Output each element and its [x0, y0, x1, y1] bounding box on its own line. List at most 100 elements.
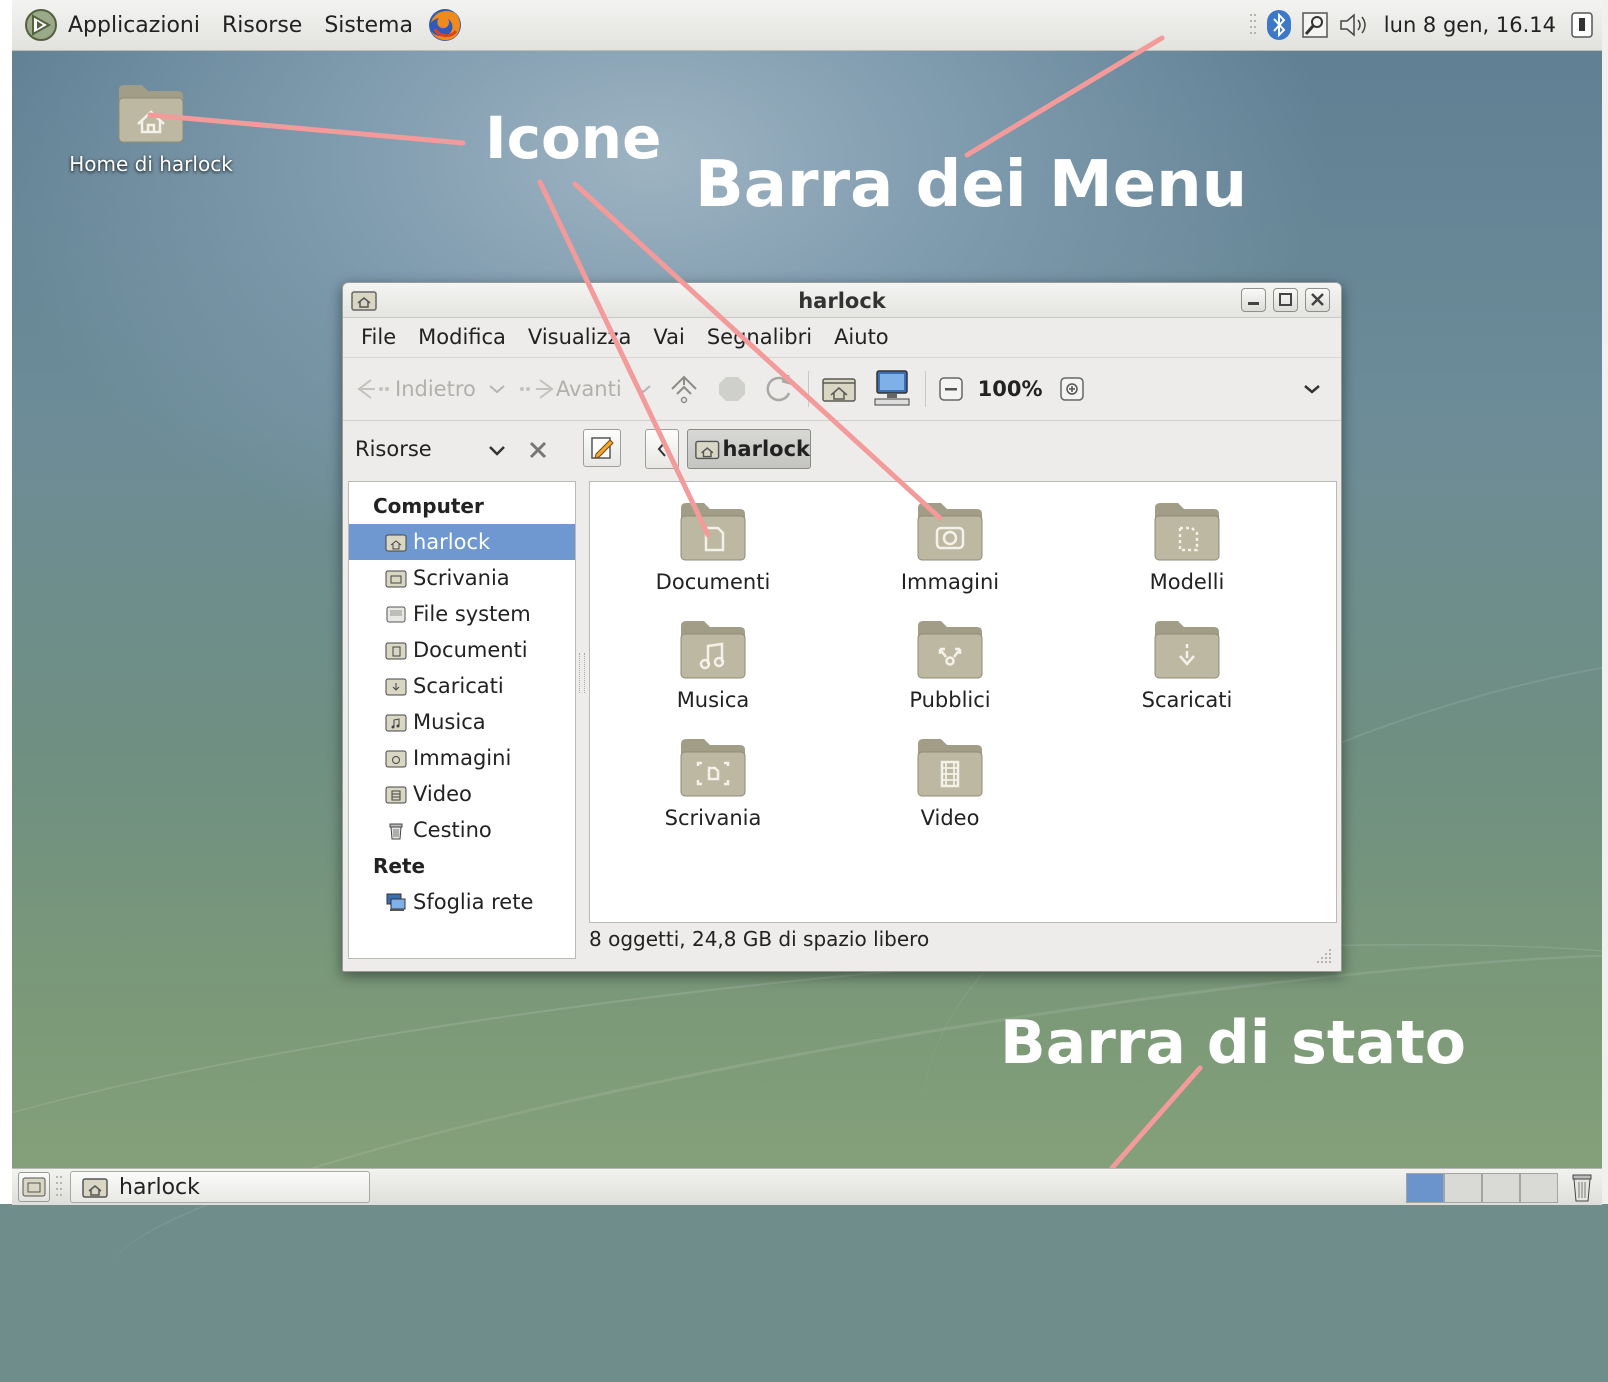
- location-bar: Risorse harlock: [343, 421, 1341, 481]
- firefox-icon[interactable]: [427, 7, 463, 43]
- workspace-3[interactable]: [1482, 1173, 1520, 1203]
- show-desktop-icon: [22, 1177, 46, 1197]
- taskbar-button-harlock[interactable]: harlock: [70, 1171, 370, 1203]
- sidebar-item-sfoglia-rete[interactable]: Sfoglia rete: [349, 884, 575, 920]
- documents-folder-icon: [385, 642, 407, 660]
- folder-documenti[interactable]: Documenti: [613, 500, 813, 594]
- icon-view: Documenti Immagini Modelli Musica Pubbli…: [589, 481, 1337, 923]
- menu-sistema[interactable]: Sistema: [324, 13, 413, 38]
- clock[interactable]: lun 8 gen, 16.14: [1384, 13, 1556, 37]
- folder-pubblici[interactable]: Pubblici: [850, 618, 1050, 712]
- resize-grip-icon[interactable]: [1315, 947, 1333, 965]
- volume-icon[interactable]: [1338, 10, 1372, 40]
- annotation-barra-di-stato: Barra di stato: [1000, 1008, 1466, 1078]
- forward-history-chevron-icon[interactable]: [628, 379, 658, 399]
- folder-video[interactable]: Video: [850, 736, 1050, 830]
- workspace-2[interactable]: [1444, 1173, 1482, 1203]
- window-title: harlock: [798, 289, 886, 313]
- home-button-icon[interactable]: [819, 371, 859, 407]
- zoom-level[interactable]: 100%: [978, 377, 1043, 401]
- folder-label: Pubblici: [909, 688, 991, 712]
- menu-aiuto[interactable]: Aiuto: [834, 325, 889, 349]
- folder-label: Scrivania: [664, 806, 762, 830]
- close-button[interactable]: [1305, 288, 1330, 312]
- path-button-label: harlock: [722, 437, 810, 461]
- side-pane-dropdown-icon[interactable]: [485, 441, 509, 461]
- up-arrow-icon[interactable]: [664, 371, 704, 407]
- menu-risorse[interactable]: Risorse: [222, 13, 302, 38]
- applications-logo-icon[interactable]: [24, 8, 58, 42]
- search-tool-icon[interactable]: [1300, 10, 1330, 40]
- pictures-folder-icon: [917, 503, 983, 561]
- sidebar-item-documenti[interactable]: Documenti: [349, 632, 575, 668]
- menu-visualizza[interactable]: Visualizza: [528, 325, 631, 349]
- folder-scrivania[interactable]: Scrivania: [613, 736, 813, 830]
- menu-file[interactable]: File: [361, 325, 396, 349]
- sidebar-item-label: harlock: [413, 530, 491, 554]
- toggle-location-entry-button[interactable]: [583, 429, 621, 467]
- pane-resize-handle[interactable]: [579, 653, 585, 693]
- side-pane-selector[interactable]: Risorse: [355, 437, 432, 461]
- menu-modifica[interactable]: Modifica: [418, 325, 506, 349]
- folder-label: Documenti: [655, 570, 771, 594]
- folder-label: Video: [920, 806, 980, 830]
- sidebar-item-musica[interactable]: Musica: [349, 704, 575, 740]
- music-folder-icon: [680, 621, 746, 679]
- close-side-pane-icon[interactable]: [527, 439, 549, 461]
- screen-edge-left: [0, 0, 12, 1204]
- show-desktop-button[interactable]: [18, 1172, 50, 1202]
- folder-musica[interactable]: Musica: [613, 618, 813, 712]
- menu-segnalibri[interactable]: Segnalibri: [707, 325, 812, 349]
- status-bar: 8 oggetti, 24,8 GB di spazio libero: [589, 927, 930, 951]
- desktop-home-icon[interactable]: Home di harlock: [56, 82, 246, 176]
- folder-scaricati[interactable]: Scaricati: [1087, 618, 1287, 712]
- path-scroll-left-button[interactable]: [645, 429, 679, 469]
- public-folder-icon: [917, 621, 983, 679]
- toolbar-overflow-chevron-icon[interactable]: [1297, 377, 1327, 401]
- path-button-home[interactable]: harlock: [687, 429, 811, 469]
- videos-folder-icon: [917, 739, 983, 797]
- documents-folder-icon: [680, 503, 746, 561]
- computer-icon[interactable]: [869, 369, 915, 409]
- sidebar-item-immagini[interactable]: Immagini: [349, 740, 575, 776]
- sidebar-item-scaricati[interactable]: Scaricati: [349, 668, 575, 704]
- back-arrow-icon[interactable]: [355, 374, 395, 404]
- music-folder-icon: [385, 714, 407, 732]
- minimize-button[interactable]: [1241, 288, 1266, 312]
- session-icon[interactable]: [1570, 10, 1594, 40]
- back-button[interactable]: Indietro: [395, 377, 476, 401]
- sidebar-item-cestino[interactable]: Cestino: [349, 812, 575, 848]
- sidebar-item-label: Scaricati: [413, 674, 504, 698]
- back-history-chevron-icon[interactable]: [482, 379, 512, 399]
- reload-icon[interactable]: [758, 371, 798, 407]
- sidebar-item-label: Sfoglia rete: [413, 890, 534, 914]
- workspace-4[interactable]: [1520, 1173, 1558, 1203]
- stop-icon[interactable]: [712, 371, 752, 407]
- maximize-button[interactable]: [1273, 288, 1298, 312]
- annotation-barra-dei-menu: Barra dei Menu: [695, 148, 1248, 222]
- home-folder-icon: [385, 534, 407, 552]
- zoom-out-icon[interactable]: [936, 374, 966, 404]
- sidebar-item-label: Documenti: [413, 638, 528, 662]
- sidebar-item-harlock[interactable]: harlock: [349, 524, 575, 560]
- side-pane: Computer harlock Scrivania File system D…: [348, 481, 576, 959]
- window-titlebar[interactable]: harlock: [343, 283, 1341, 318]
- menu-applicazioni[interactable]: Applicazioni: [68, 13, 200, 38]
- folder-modelli[interactable]: Modelli: [1087, 500, 1287, 594]
- sidebar-item-video[interactable]: Video: [349, 776, 575, 812]
- sidebar-item-file-system[interactable]: File system: [349, 596, 575, 632]
- zoom-in-icon[interactable]: [1057, 374, 1087, 404]
- bluetooth-icon[interactable]: [1266, 9, 1292, 41]
- folder-immagini[interactable]: Immagini: [850, 500, 1050, 594]
- menu-bar: File Modifica Visualizza Vai Segnalibri …: [343, 317, 1341, 358]
- folder-label: Modelli: [1149, 570, 1225, 594]
- forward-button[interactable]: Avanti: [556, 377, 622, 401]
- workspace-1[interactable]: [1406, 1173, 1444, 1203]
- system-tray: lun 8 gen, 16.14: [1248, 8, 1594, 42]
- trash-applet-icon[interactable]: [1566, 1171, 1598, 1203]
- drive-icon: [386, 606, 406, 623]
- menu-vai[interactable]: Vai: [653, 325, 684, 349]
- forward-arrow-icon[interactable]: [516, 374, 556, 404]
- sidebar-item-scrivania[interactable]: Scrivania: [349, 560, 575, 596]
- file-manager-window: harlock File Modifica Visualizza Vai Seg…: [342, 282, 1342, 972]
